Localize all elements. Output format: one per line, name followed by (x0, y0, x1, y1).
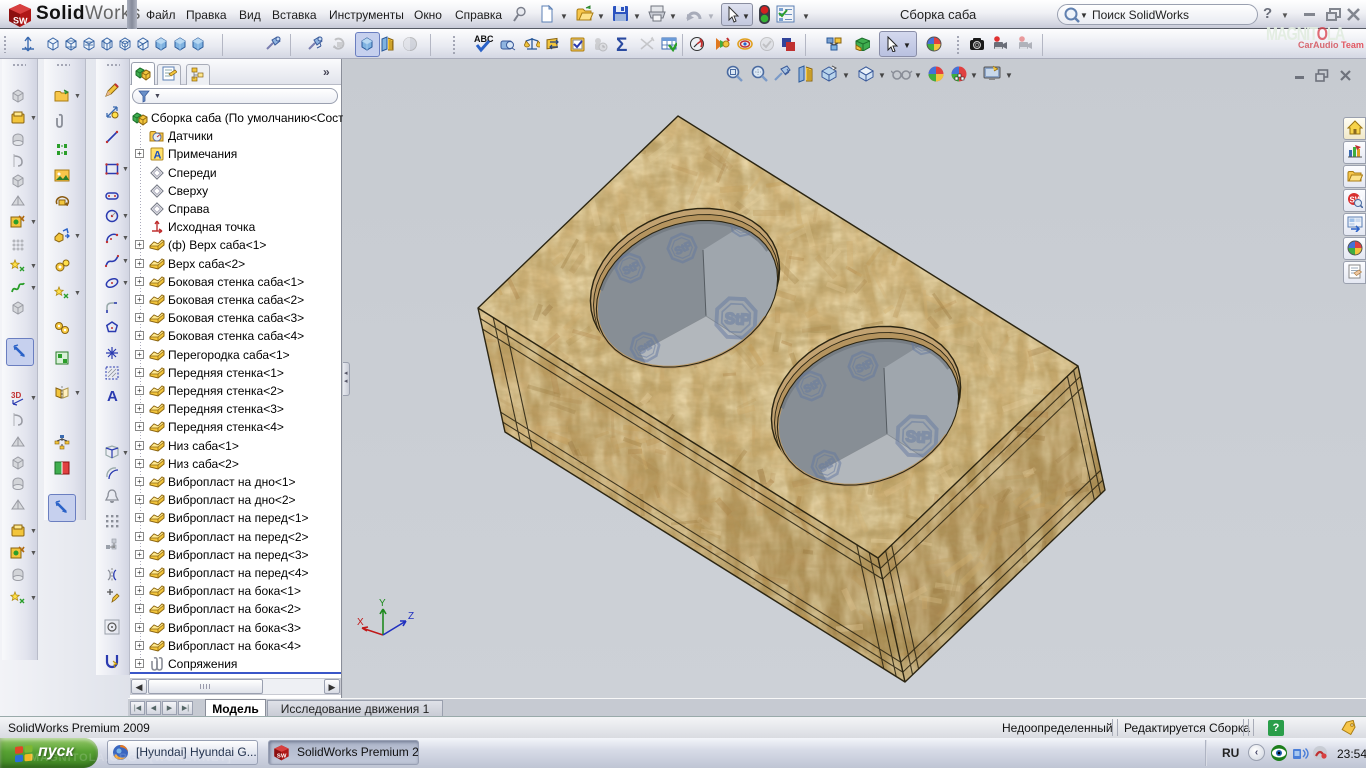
svg-text:ABC: ABC (474, 34, 494, 44)
svg-text:Y: Y (379, 598, 386, 609)
svg-text:Σ: Σ (616, 35, 627, 56)
svg-text:SW: SW (13, 15, 28, 26)
svg-text:3D: 3D (11, 391, 21, 400)
svg-text:SW: SW (277, 754, 287, 760)
svg-text:Z: Z (408, 611, 414, 622)
svg-text:A: A (107, 388, 118, 403)
svg-text:X: X (357, 617, 364, 628)
